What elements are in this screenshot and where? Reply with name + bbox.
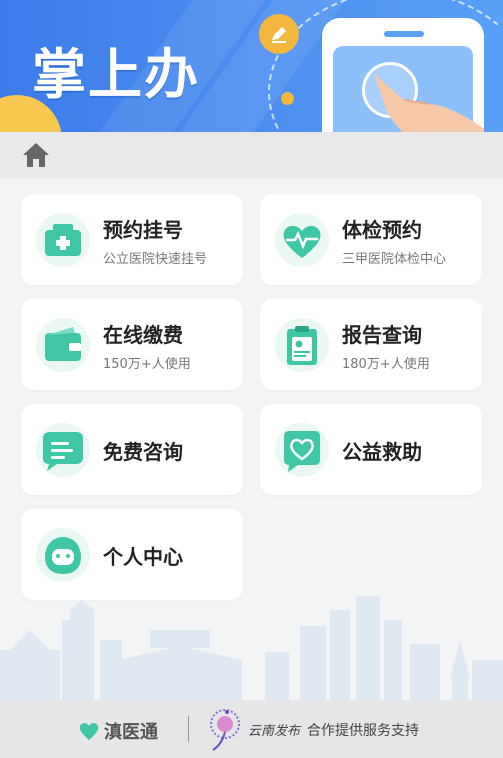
- service-card-charity[interactable]: 公益救助: [260, 404, 482, 495]
- breadcrumb-bar: [0, 132, 503, 178]
- phone-illustration: [322, 18, 484, 132]
- pen-icon: [259, 14, 299, 54]
- footer-support-text: 合作提供服务支持: [307, 723, 419, 739]
- service-card-report[interactable]: 报告查询 180万+人使用: [260, 299, 482, 390]
- service-subtitle: 180万+人使用: [342, 357, 430, 372]
- heart-bubble-icon: [274, 422, 330, 478]
- wallet-icon: [35, 317, 91, 373]
- footer-brand: 滇医通: [104, 722, 158, 743]
- hospital-cross-icon: [35, 212, 91, 268]
- service-subtitle: 公立医院快速挂号: [103, 252, 208, 267]
- heart-logo-icon: [79, 723, 99, 740]
- heart-pulse-icon: [274, 212, 330, 268]
- service-subtitle: 三甲医院体检中心: [342, 252, 447, 267]
- chat-bubble-icon: [35, 422, 91, 478]
- service-subtitle: 150万+人使用: [103, 357, 191, 372]
- service-label: 体检预约: [342, 218, 422, 242]
- clipboard-report-icon: [274, 317, 330, 373]
- user-face-icon: [35, 527, 91, 583]
- peacock-logo-icon: [205, 706, 245, 752]
- header-banner: 掌上办: [0, 0, 503, 132]
- home-icon[interactable]: [22, 142, 50, 168]
- service-label: 预约挂号: [103, 218, 183, 242]
- dianyitong-logo: 滇医通: [78, 718, 158, 744]
- city-skyline-illustration: [0, 596, 503, 702]
- service-label: 在线缴费: [103, 323, 183, 347]
- service-label: 报告查询: [342, 323, 422, 347]
- footer-bar: 滇医通 云南发布 合作提供服务支持: [0, 700, 503, 758]
- service-card-consultation[interactable]: 免费咨询: [21, 404, 243, 495]
- service-card-checkup[interactable]: 体检预约 三甲医院体检中心: [260, 194, 482, 285]
- dot-decoration: [281, 92, 294, 105]
- service-card-payment[interactable]: 在线缴费 150万+人使用: [21, 299, 243, 390]
- service-card-personal[interactable]: 个人中心: [21, 509, 243, 600]
- service-card-appointment[interactable]: 预约挂号 公立医院快速挂号: [21, 194, 243, 285]
- pointing-hand-icon: [374, 74, 484, 132]
- footer-divider: [188, 716, 189, 742]
- banner-title: 掌上办: [32, 43, 200, 106]
- service-label: 个人中心: [103, 545, 183, 569]
- service-label: 免费咨询: [103, 440, 183, 464]
- service-label: 公益救助: [342, 440, 422, 464]
- footer-partner: 云南发布: [248, 724, 301, 739]
